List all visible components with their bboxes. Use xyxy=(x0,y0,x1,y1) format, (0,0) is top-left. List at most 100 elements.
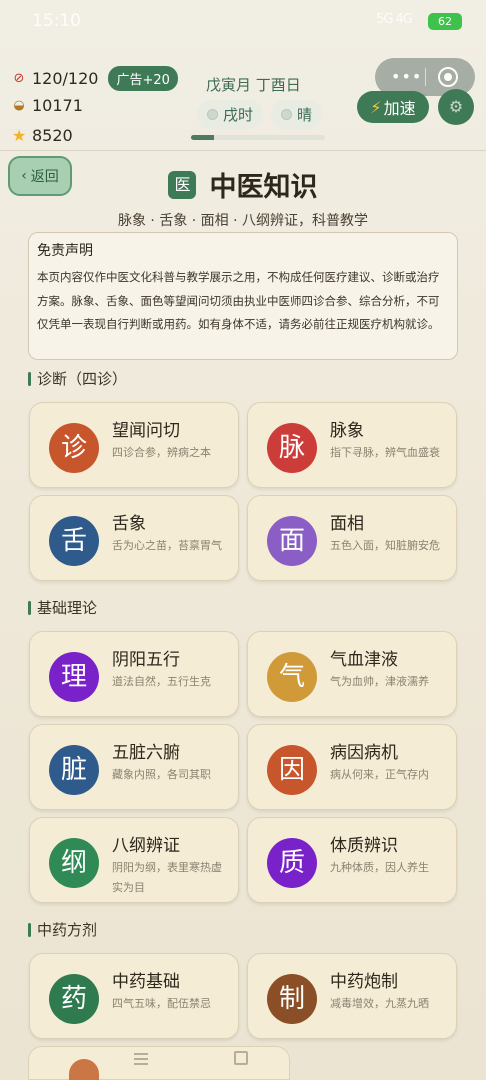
card-zhongyaojichu[interactable]: 药 中药基础 四气五味，配伍禁忌 xyxy=(29,953,239,1039)
card-name: 中药炮制 xyxy=(330,972,398,992)
page-subtitle: 脉象 · 舌象 · 面相 · 八纲辨证，科普教学 xyxy=(117,213,369,229)
card-bagangbianzheng[interactable]: 纲 八纲辨证 阴阳为纲，表里寒热虚实为目 xyxy=(29,817,239,903)
card-name: 面相 xyxy=(330,514,364,534)
calendar-date: 戊寅月 丁酉日 xyxy=(206,76,301,94)
card-desc: 阴阳为纲，表里寒热虚实为目 xyxy=(112,861,222,894)
signal-indicator: 5G 4G xyxy=(376,12,413,27)
header-divider xyxy=(0,150,486,151)
card-mianxiang[interactable]: 面 面相 五色入面，知脏腑安危 xyxy=(247,495,457,581)
speed-button[interactable]: ⚡ 加速 xyxy=(357,91,429,123)
disclaimer-title: 免责声明 xyxy=(37,243,93,259)
weather-label: 晴 xyxy=(297,106,313,124)
hour-label: 戌时 xyxy=(223,106,254,124)
hour-icon xyxy=(207,109,218,120)
menu-icon xyxy=(134,1053,148,1055)
gear-icon: ⚙ xyxy=(448,97,464,116)
card-name: 阴阳五行 xyxy=(112,650,180,670)
section-marker xyxy=(28,922,31,937)
coins-value: 10171 xyxy=(32,96,83,115)
day-progress-fill xyxy=(191,135,214,140)
glyph-circle: 脉 xyxy=(267,423,317,473)
disclaimer-body: 本页内容仅作中医文化科普与教学展示之用，不构成任何医疗建议、诊断或治疗方案。脉象… xyxy=(37,270,440,331)
card-desc: 藏象内照，各司其职 xyxy=(112,768,211,781)
section-label: 基础理论 xyxy=(37,599,98,617)
glyph-circle: 制 xyxy=(267,974,317,1024)
square-icon xyxy=(234,1051,248,1065)
glyph-circle: 舌 xyxy=(49,516,99,566)
partial-card[interactable] xyxy=(28,1046,290,1080)
section-title-theory: 基础理论 xyxy=(28,597,97,618)
card-name: 病因病机 xyxy=(330,743,398,763)
section-label: 中药方剂 xyxy=(37,921,98,939)
title-badge: 医 xyxy=(168,170,197,199)
lightning-icon: ⚡ xyxy=(370,97,382,117)
glyph-circle-partial xyxy=(69,1059,99,1080)
card-maixiang[interactable]: 脉 脉象 指下寻脉，辨气血盛衰 xyxy=(247,402,457,488)
close-target-icon[interactable] xyxy=(438,67,458,87)
title-text: 中医知识 xyxy=(209,172,318,203)
card-desc: 道法自然，五行生克 xyxy=(112,675,211,688)
card-wangwenwenqie[interactable]: 诊 望闻问切 四诊合参，辨病之本 xyxy=(29,402,239,488)
card-desc: 九种体质，因人养生 xyxy=(330,861,429,874)
settings-button[interactable]: ⚙ xyxy=(438,89,474,125)
section-label: 诊断（四诊） xyxy=(37,370,128,388)
capsule-divider xyxy=(425,68,426,86)
glyph-circle: 理 xyxy=(49,652,99,702)
section-marker xyxy=(28,600,31,615)
glyph-circle: 因 xyxy=(267,745,317,795)
glyph-circle: 药 xyxy=(49,974,99,1024)
glyph-circle: 脏 xyxy=(49,745,99,795)
status-bar: 15:10 5G 4G 62 xyxy=(0,0,486,44)
card-shexiang[interactable]: 舌 舌象 舌为心之苗，苔禀胃气 xyxy=(29,495,239,581)
card-name: 脉象 xyxy=(330,421,364,441)
ad-bonus-button[interactable]: 广告+20 xyxy=(108,66,178,91)
card-qixuejinye[interactable]: 气 气血津液 气为血帅，津液濡养 xyxy=(247,631,457,717)
card-desc: 指下寻脉，辨气血盛衰 xyxy=(330,446,440,459)
coins-resource: ◒ 10171 xyxy=(12,96,83,115)
card-desc: 舌为心之苗，苔禀胃气 xyxy=(112,539,222,552)
energy-value: 120/120 xyxy=(32,69,99,88)
card-wuzangliufu[interactable]: 脏 五脏六腑 藏象内照，各司其职 xyxy=(29,724,239,810)
glyph-circle: 质 xyxy=(267,838,317,888)
glyph-circle: 纲 xyxy=(49,838,99,888)
glyph-circle: 气 xyxy=(267,652,317,702)
speed-label: 加速 xyxy=(383,99,416,118)
section-marker xyxy=(28,371,31,386)
card-name: 体质辨识 xyxy=(330,836,398,856)
day-progress-bar xyxy=(191,135,325,140)
coin-icon: ◒ xyxy=(13,97,25,113)
status-time: 15:10 xyxy=(32,11,81,31)
card-bingyinbingji[interactable]: 因 病因病机 病从何来，正气存内 xyxy=(247,724,457,810)
hour-chip: 戌时 xyxy=(197,100,264,129)
stars-resource: ★ 8520 xyxy=(12,126,73,145)
card-name: 气血津液 xyxy=(330,650,398,670)
section-title-diagnosis: 诊断（四诊） xyxy=(28,368,127,389)
energy-resource: ⊘ 120/120 广告+20 xyxy=(12,66,178,91)
card-desc: 病从何来，正气存内 xyxy=(330,768,429,781)
section-title-herbs: 中药方剂 xyxy=(28,919,97,940)
card-desc: 气为血帅，津液濡养 xyxy=(330,675,429,688)
energy-icon: ⊘ xyxy=(13,70,25,86)
battery-indicator: 62 xyxy=(428,13,462,30)
calendar-chips: 戌时 晴 xyxy=(197,100,323,129)
card-name: 中药基础 xyxy=(112,972,180,992)
card-name: 舌象 xyxy=(112,514,146,534)
more-icon[interactable]: ••• xyxy=(391,67,422,86)
disclaimer-box: 免责声明 本页内容仅作中医文化科普与教学展示之用，不构成任何医疗建议、诊断或治疗… xyxy=(28,232,458,360)
card-zhongyaopaozhi[interactable]: 制 中药炮制 减毒增效，九蒸九晒 xyxy=(247,953,457,1039)
card-name: 五脏六腑 xyxy=(112,743,180,763)
card-yinyangwuxing[interactable]: 理 阴阳五行 道法自然，五行生克 xyxy=(29,631,239,717)
card-tizhibianshi[interactable]: 质 体质辨识 九种体质，因人养生 xyxy=(247,817,457,903)
star-icon: ★ xyxy=(12,125,27,145)
card-desc: 四诊合参，辨病之本 xyxy=(112,446,211,459)
card-desc: 减毒增效，九蒸九晒 xyxy=(330,997,429,1010)
card-desc: 五色入面，知脏腑安危 xyxy=(330,539,440,552)
page-title: 医 中医知识 xyxy=(0,165,486,204)
card-desc: 四气五味，配伍禁忌 xyxy=(112,997,211,1010)
card-name: 八纲辨证 xyxy=(112,836,180,856)
glyph-circle: 诊 xyxy=(49,423,99,473)
weather-icon xyxy=(281,109,293,120)
glyph-circle: 面 xyxy=(267,516,317,566)
stars-value: 8520 xyxy=(32,126,73,145)
weather-chip: 晴 xyxy=(271,100,323,129)
